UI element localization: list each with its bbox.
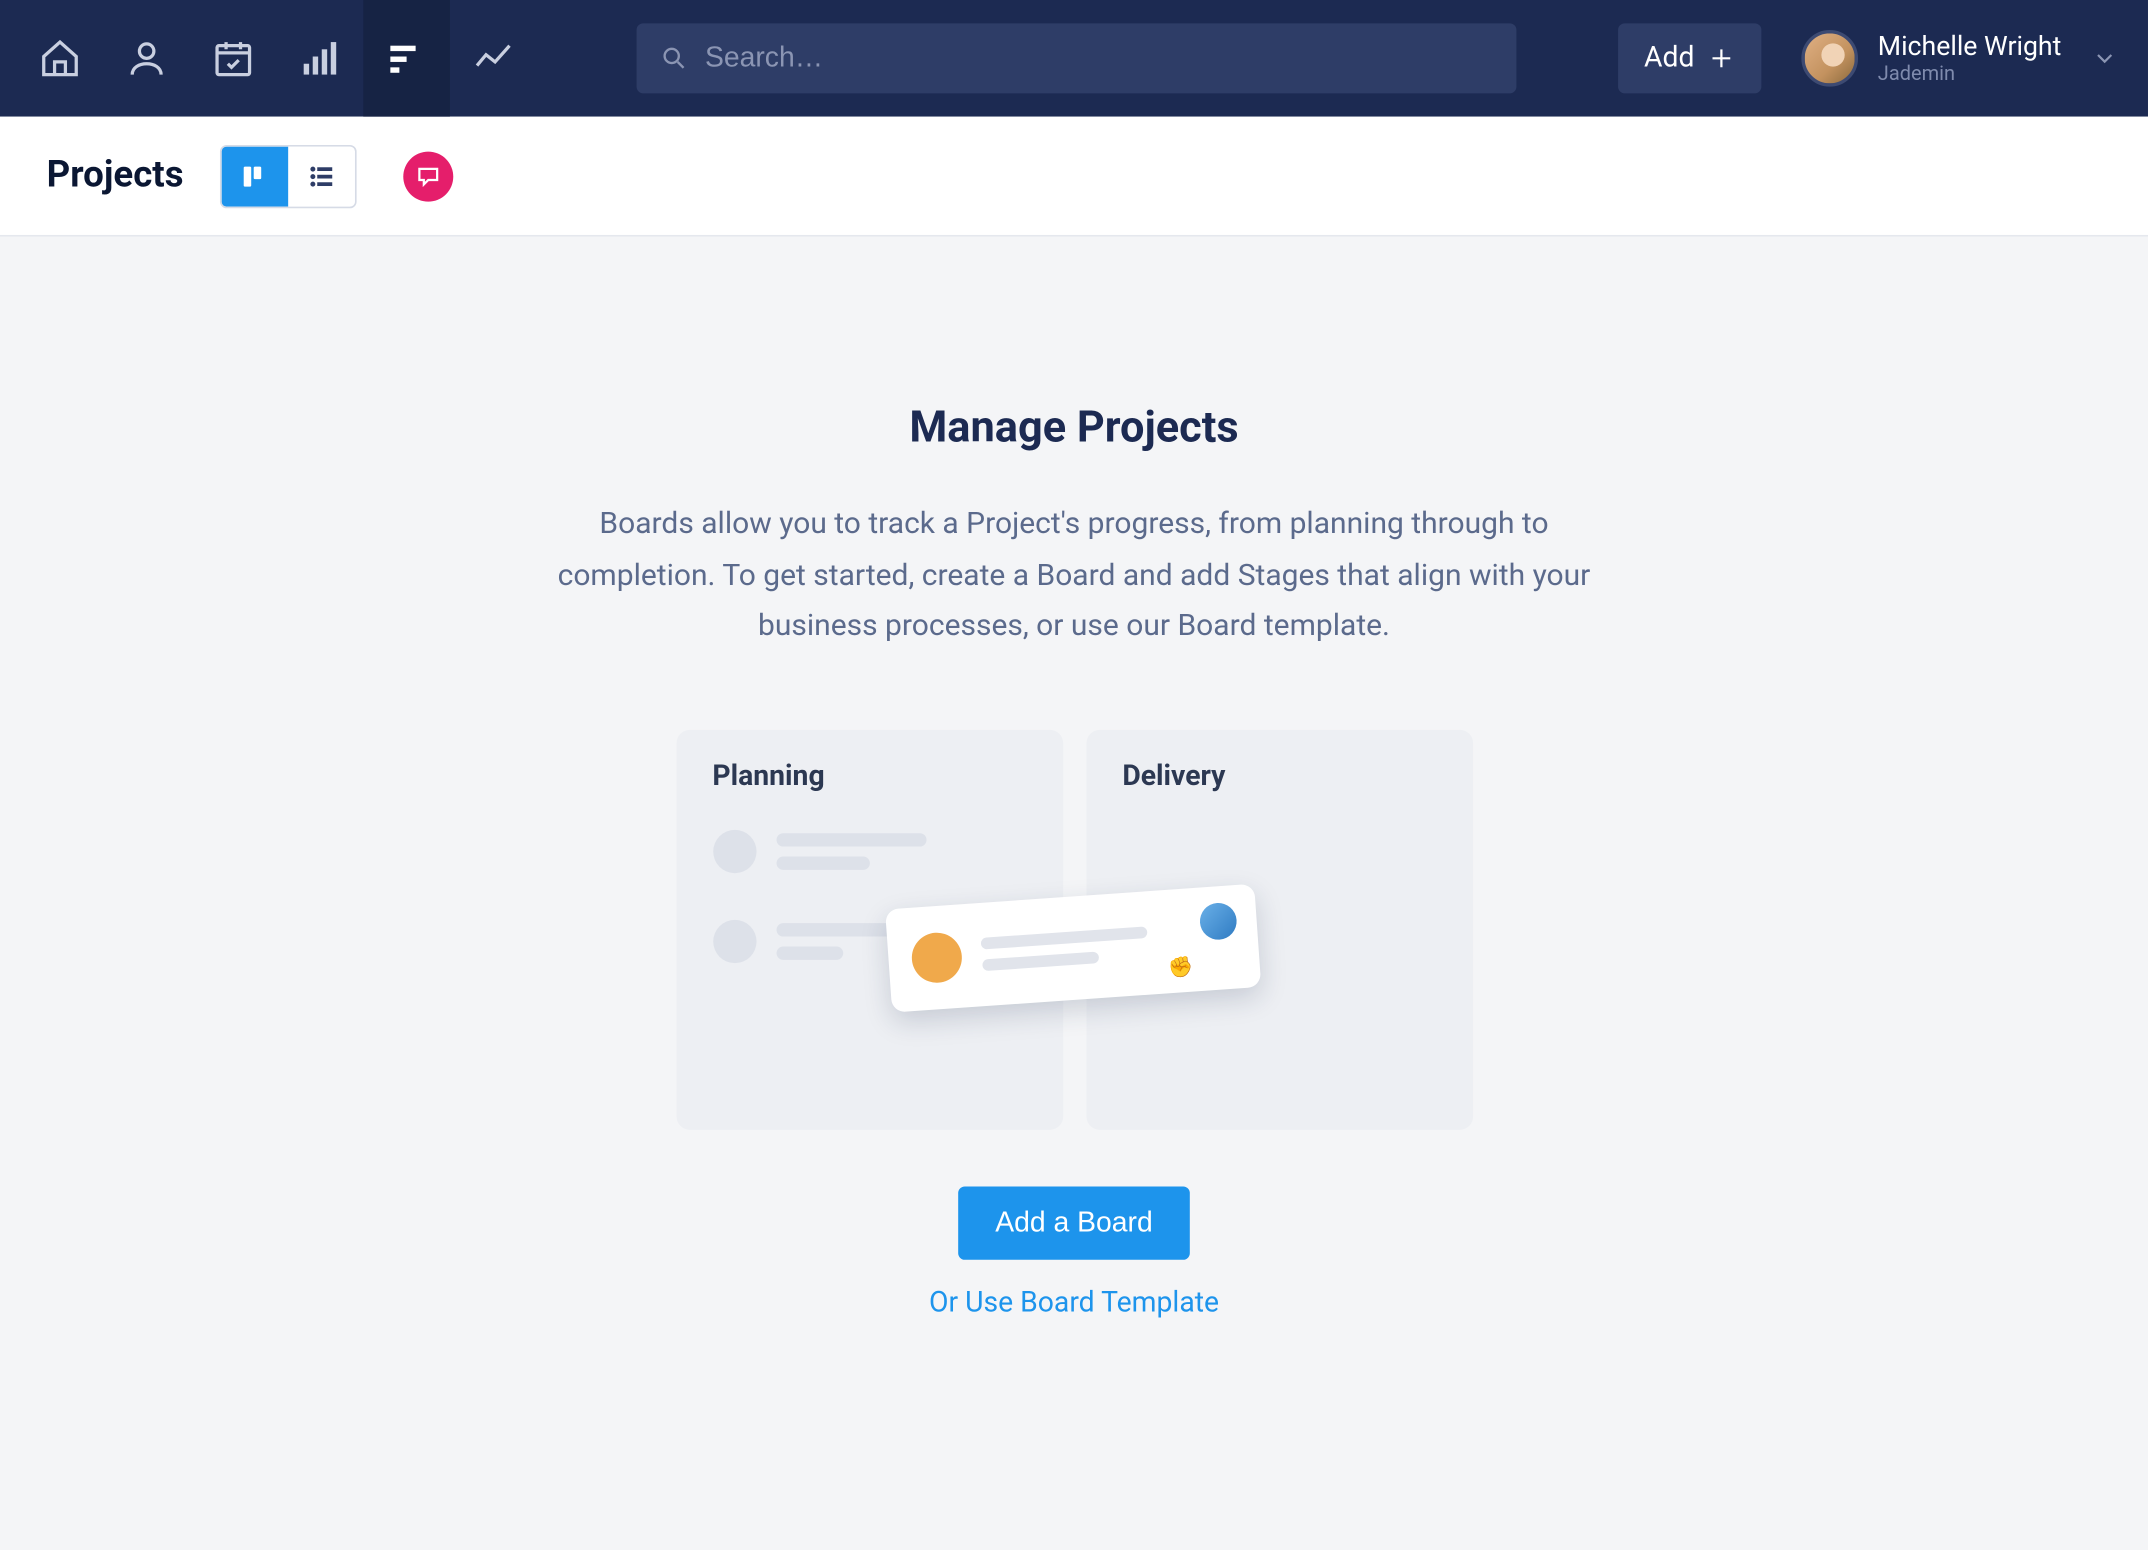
board-view-icon xyxy=(240,161,270,191)
gantt-icon xyxy=(385,37,428,80)
home-icon xyxy=(38,37,81,80)
bar-chart-icon xyxy=(298,37,341,80)
user-name: Michelle Wright xyxy=(1878,30,2062,62)
empty-state-description: Boards allow you to track a Project's pr… xyxy=(524,500,1624,653)
global-search[interactable] xyxy=(637,23,1517,93)
nav-projects[interactable] xyxy=(363,0,450,117)
chat-bubble-icon xyxy=(415,162,442,189)
illus-dot xyxy=(712,919,755,962)
illus-lines xyxy=(776,833,926,870)
illus-dot xyxy=(712,830,755,873)
use-board-template-link[interactable]: Or Use Board Template xyxy=(929,1286,1219,1319)
user-text: Michelle Wright Jademin xyxy=(1878,30,2062,86)
illus-card-avatar xyxy=(1198,901,1237,940)
top-navbar: Add Michelle Wright Jademin xyxy=(0,0,2148,117)
caret-down-icon xyxy=(2091,45,2118,72)
empty-state: Manage Projects Boards allow you to trac… xyxy=(0,237,2148,1320)
illus-card-lines xyxy=(980,926,1149,971)
search-icon xyxy=(660,43,688,73)
user-menu[interactable]: Michelle Wright Jademin xyxy=(1801,30,2118,87)
view-toggle xyxy=(220,144,357,207)
illus-placeholder-row xyxy=(712,830,1025,873)
user-avatar xyxy=(1801,30,1858,87)
empty-state-headline: Manage Projects xyxy=(909,403,1238,453)
empty-state-illustration: Planning Delivery xyxy=(674,730,1474,1130)
illus-column-title: Planning xyxy=(712,760,1025,793)
page-title: Projects xyxy=(47,155,184,197)
illus-column-title: Delivery xyxy=(1122,760,1435,793)
grab-cursor-icon: ✊ xyxy=(1167,955,1193,980)
nav-analytics[interactable] xyxy=(277,0,364,117)
add-board-button[interactable]: Add a Board xyxy=(959,1186,1190,1259)
view-board-button[interactable] xyxy=(222,146,289,206)
search-input[interactable] xyxy=(705,42,1493,75)
view-list-button[interactable] xyxy=(289,146,356,206)
activity-line-icon xyxy=(472,37,515,80)
calendar-check-icon xyxy=(212,37,255,80)
nav-home[interactable] xyxy=(17,0,104,117)
chat-button[interactable] xyxy=(404,151,454,201)
person-icon xyxy=(125,37,168,80)
plus-icon xyxy=(1708,45,1735,72)
user-subtitle: Jademin xyxy=(1878,62,2062,86)
add-button[interactable]: Add xyxy=(1617,23,1761,93)
list-view-icon xyxy=(307,161,337,191)
nav-calendar[interactable] xyxy=(190,0,277,117)
secondary-bar: Projects xyxy=(0,117,2148,237)
nav-profile[interactable] xyxy=(103,0,190,117)
nav-activity[interactable] xyxy=(450,0,537,117)
illus-card-dot xyxy=(909,931,962,984)
add-button-label: Add xyxy=(1644,42,1694,75)
